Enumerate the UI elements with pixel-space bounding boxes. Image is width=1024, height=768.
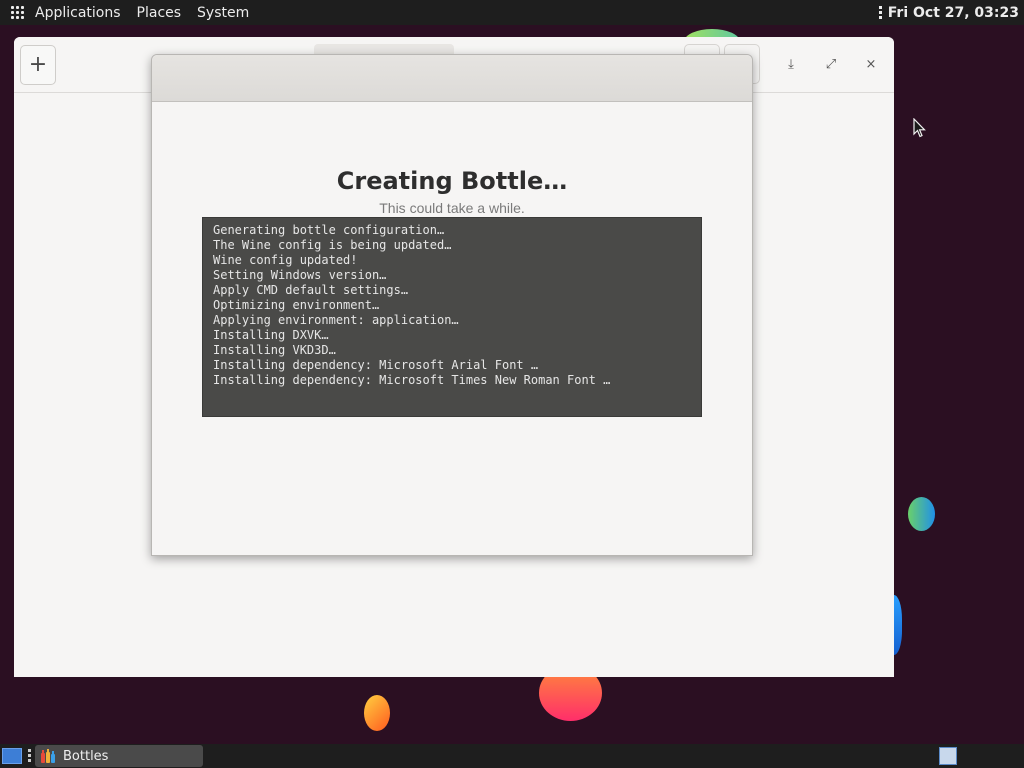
menu-applications[interactable]: Applications	[35, 5, 121, 21]
add-bottle-button[interactable]: +	[20, 45, 56, 85]
panel-right-area: Fri Oct 27, 03:23	[878, 0, 1019, 25]
clock[interactable]: Fri Oct 27, 03:23	[888, 5, 1019, 21]
log-line: Installing dependency: Microsoft Times N…	[213, 373, 611, 387]
log-line: Setting Windows version…	[213, 268, 387, 282]
maximize-icon[interactable]: ⤢	[821, 55, 841, 75]
taskbar-item-label: Bottles	[63, 748, 109, 764]
log-line: Installing dependency: Microsoft Arial F…	[213, 358, 539, 372]
creating-bottle-dialog: Creating Bottle… This could take a while…	[151, 54, 753, 556]
progress-log: Generating bottle configuration… The Wine…	[202, 217, 702, 417]
taskbar-item-bottles[interactable]: Bottles	[35, 745, 203, 767]
log-line: Generating bottle configuration…	[213, 223, 445, 237]
vertical-dots-icon[interactable]	[878, 6, 882, 19]
top-panel: Applications Places System Fri Oct 27, 0…	[0, 0, 1024, 25]
dialog-title: Creating Bottle…	[336, 167, 568, 195]
workspace-switcher[interactable]	[939, 747, 957, 765]
log-line: Installing DXVK…	[213, 328, 329, 342]
log-line: Wine config updated!	[213, 253, 358, 267]
menu-system[interactable]: System	[197, 5, 249, 21]
wallpaper-shape	[908, 497, 935, 531]
log-line: Apply CMD default settings…	[213, 283, 409, 297]
close-icon[interactable]: ×	[861, 55, 881, 75]
menu-places[interactable]: Places	[137, 5, 182, 21]
show-desktop-icon[interactable]	[2, 748, 22, 764]
download-icon[interactable]: ⤓	[781, 55, 801, 75]
bottles-app-icon	[41, 749, 55, 763]
dialog-subtitle: This could take a while.	[379, 200, 525, 216]
log-line: Applying environment: application…	[213, 313, 459, 327]
log-line: Optimizing environment…	[213, 298, 380, 312]
log-line: Installing VKD3D…	[213, 343, 336, 357]
taskbar: Bottles	[0, 744, 1024, 768]
log-line: The Wine config is being updated…	[213, 238, 452, 252]
mouse-cursor-icon	[913, 118, 926, 138]
dialog-titlebar[interactable]	[152, 55, 752, 102]
taskbar-handle-icon[interactable]	[28, 749, 31, 762]
apps-grid-icon[interactable]	[11, 5, 25, 20]
wallpaper-shape	[364, 695, 390, 731]
